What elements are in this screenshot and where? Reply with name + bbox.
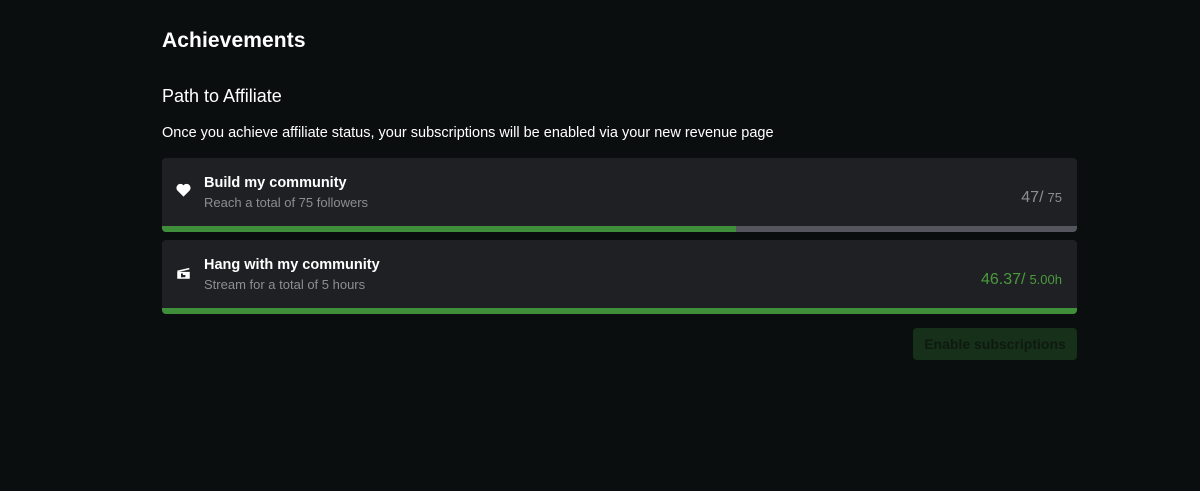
- progress-current: 47/: [1021, 189, 1044, 206]
- achievement-card-followers: Build my community Reach a total of 75 f…: [162, 158, 1077, 232]
- progress-current: 46.37/: [980, 271, 1026, 288]
- achievement-progress-value: 46.37/ 5.00h: [981, 271, 1062, 289]
- achievement-card-stream-hours: Hang with my community Stream for a tota…: [162, 240, 1077, 314]
- progress-bar-fill: [162, 226, 736, 232]
- heart-icon: [175, 182, 191, 198]
- achievement-name: Build my community: [204, 175, 347, 191]
- enable-subscriptions-button[interactable]: Enable subscriptions: [913, 328, 1077, 360]
- clapperboard-icon: [175, 264, 191, 280]
- achievement-description: Reach a total of 75 followers: [204, 195, 369, 210]
- achievement-name: Hang with my community: [204, 257, 380, 273]
- section-description: Once you achieve affiliate status, your …: [162, 125, 774, 141]
- achievement-description: Stream for a total of 5 hours: [204, 277, 366, 292]
- progress-bar-track: [162, 308, 1077, 314]
- section-title: Path to Affiliate: [162, 86, 282, 106]
- progress-bar-track: [162, 226, 1077, 232]
- progress-target: 5.00h: [1029, 272, 1062, 287]
- achievements-page: Achievements Path to Affiliate Once you …: [0, 0, 1200, 491]
- progress-bar-fill: [162, 308, 1077, 314]
- page-title: Achievements: [162, 29, 306, 52]
- progress-target: 75: [1047, 190, 1062, 205]
- achievement-progress-value: 47/ 75: [1021, 189, 1062, 207]
